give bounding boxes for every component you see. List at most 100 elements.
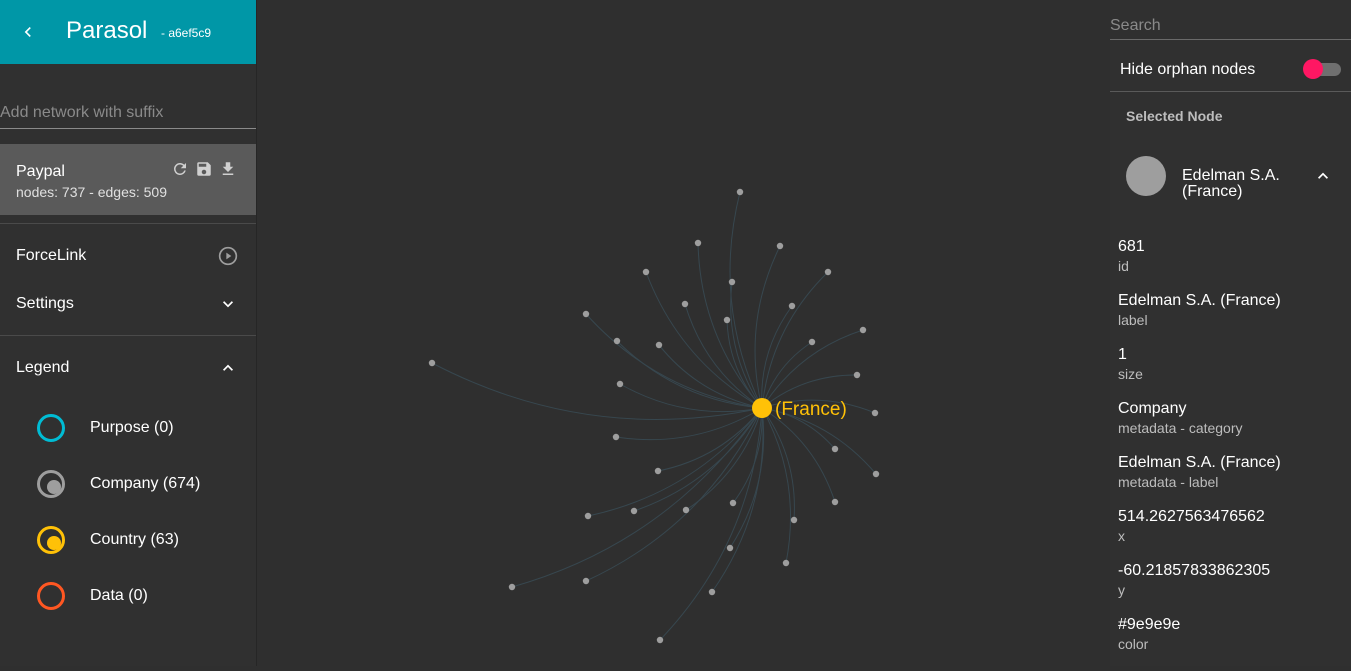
company-node[interactable]: [872, 470, 880, 478]
property-value: 514.2627563476562: [1118, 508, 1265, 525]
company-node[interactable]: [729, 499, 737, 507]
property-value: -60.21857833862305: [1118, 562, 1271, 579]
company-node[interactable]: [776, 242, 784, 250]
property-key: x: [1118, 528, 1125, 544]
graph-edge: [657, 407, 763, 472]
network-stats: nodes: 737 - edges: 509: [16, 184, 168, 200]
right-panel: Hide orphan nodes Selected Node Edelman …: [1110, 0, 1351, 666]
graph-edge: [511, 407, 763, 588]
graph-edge: [585, 407, 763, 582]
company-node[interactable]: [859, 326, 867, 334]
download-icon[interactable]: [219, 160, 237, 178]
company-node[interactable]: [682, 506, 690, 514]
graph-edge: [633, 407, 763, 512]
chevron-up-icon[interactable]: [218, 358, 238, 378]
back-icon[interactable]: [18, 22, 38, 42]
divider: [0, 223, 256, 224]
hide-orphans-toggle[interactable]: [1303, 59, 1341, 79]
company-node[interactable]: [736, 188, 744, 196]
save-icon[interactable]: [195, 160, 213, 178]
graph-edge: [761, 407, 795, 521]
legend-item-data: Data (0): [90, 587, 148, 604]
company-node[interactable]: [612, 433, 620, 441]
company-node[interactable]: [654, 467, 662, 475]
company-node[interactable]: [788, 302, 796, 310]
graph-edge: [761, 407, 836, 503]
property-value: #9e9e9e: [1118, 616, 1181, 633]
search-input[interactable]: [1110, 12, 1351, 40]
selected-node-name: Edelman S.A. (France): [1182, 167, 1280, 200]
property-key: id: [1118, 258, 1129, 274]
refresh-icon[interactable]: [171, 160, 189, 178]
company-node[interactable]: [726, 544, 734, 552]
property-key: metadata - category: [1118, 420, 1243, 436]
legend-label[interactable]: Legend: [16, 359, 69, 377]
left-sidebar: Parasol - a6ef5c9 Paypal nodes: 737 - ed…: [0, 0, 257, 666]
network-name: Paypal: [16, 163, 65, 180]
settings-label[interactable]: Settings: [16, 295, 74, 313]
legend-item-company: Company (674): [90, 475, 201, 492]
company-node[interactable]: [723, 316, 731, 324]
graph-edge: [761, 305, 793, 409]
legend-circle-company: [37, 470, 65, 498]
property-value: Company: [1118, 400, 1187, 417]
toggle-thumb[interactable]: [1303, 59, 1323, 79]
selected-node-title: Selected Node: [1126, 108, 1223, 124]
company-node[interactable]: [808, 338, 816, 346]
network-card[interactable]: Paypal nodes: 737 - edges: 509: [0, 144, 256, 215]
app-title: Parasol: [66, 17, 148, 44]
legend-circle-data: [37, 582, 65, 610]
company-node[interactable]: [613, 337, 621, 345]
country-node-france[interactable]: [752, 398, 772, 418]
play-icon[interactable]: [218, 246, 238, 266]
app-version-id: - a6ef5c9: [161, 26, 212, 40]
forcelink-label: ForceLink: [16, 247, 87, 264]
company-node[interactable]: [790, 516, 798, 524]
legend-item-country: Country (63): [90, 531, 179, 548]
graph-edge: [754, 245, 781, 409]
legend-item-purpose: Purpose (0): [90, 419, 174, 436]
company-node[interactable]: [655, 341, 663, 349]
chevron-up-icon[interactable]: [1313, 166, 1333, 186]
legend-dot: [47, 480, 61, 494]
property-key: size: [1118, 366, 1143, 382]
company-node[interactable]: [428, 359, 436, 367]
company-node[interactable]: [824, 268, 832, 276]
company-node[interactable]: [508, 583, 516, 591]
company-node[interactable]: [694, 239, 702, 247]
property-value: 681: [1118, 238, 1145, 255]
property-value: Edelman S.A. (France): [1118, 292, 1281, 309]
add-network-input[interactable]: [0, 98, 256, 129]
company-node[interactable]: [782, 559, 790, 567]
legend-circle-country: [37, 526, 65, 554]
legend-circle-purpose: [37, 414, 65, 442]
company-node[interactable]: [871, 409, 879, 417]
property-key: metadata - label: [1118, 474, 1219, 490]
chevron-down-icon[interactable]: [218, 294, 238, 314]
divider: [1110, 91, 1351, 92]
company-node[interactable]: [681, 300, 689, 308]
company-node[interactable]: [728, 278, 736, 286]
network-graph[interactable]: (France): [257, 0, 1110, 666]
company-node[interactable]: [708, 588, 716, 596]
company-node[interactable]: [831, 445, 839, 453]
company-node[interactable]: [853, 371, 861, 379]
property-key: label: [1118, 312, 1148, 328]
country-node-label: (France): [775, 399, 847, 420]
company-node[interactable]: [642, 268, 650, 276]
app-header: Parasol - a6ef5c9: [0, 0, 256, 64]
node-avatar: [1126, 156, 1166, 196]
company-node[interactable]: [616, 380, 624, 388]
company-node[interactable]: [582, 310, 590, 318]
company-node[interactable]: [656, 636, 664, 644]
company-node[interactable]: [630, 507, 638, 515]
company-node[interactable]: [584, 512, 592, 520]
company-node[interactable]: [582, 577, 590, 585]
graph-edge: [729, 191, 763, 409]
property-key: color: [1118, 636, 1149, 652]
graph-canvas[interactable]: (France): [257, 0, 1110, 666]
company-node[interactable]: [831, 498, 839, 506]
graph-edge: [615, 407, 763, 441]
divider: [0, 335, 256, 336]
property-key: y: [1118, 582, 1125, 598]
